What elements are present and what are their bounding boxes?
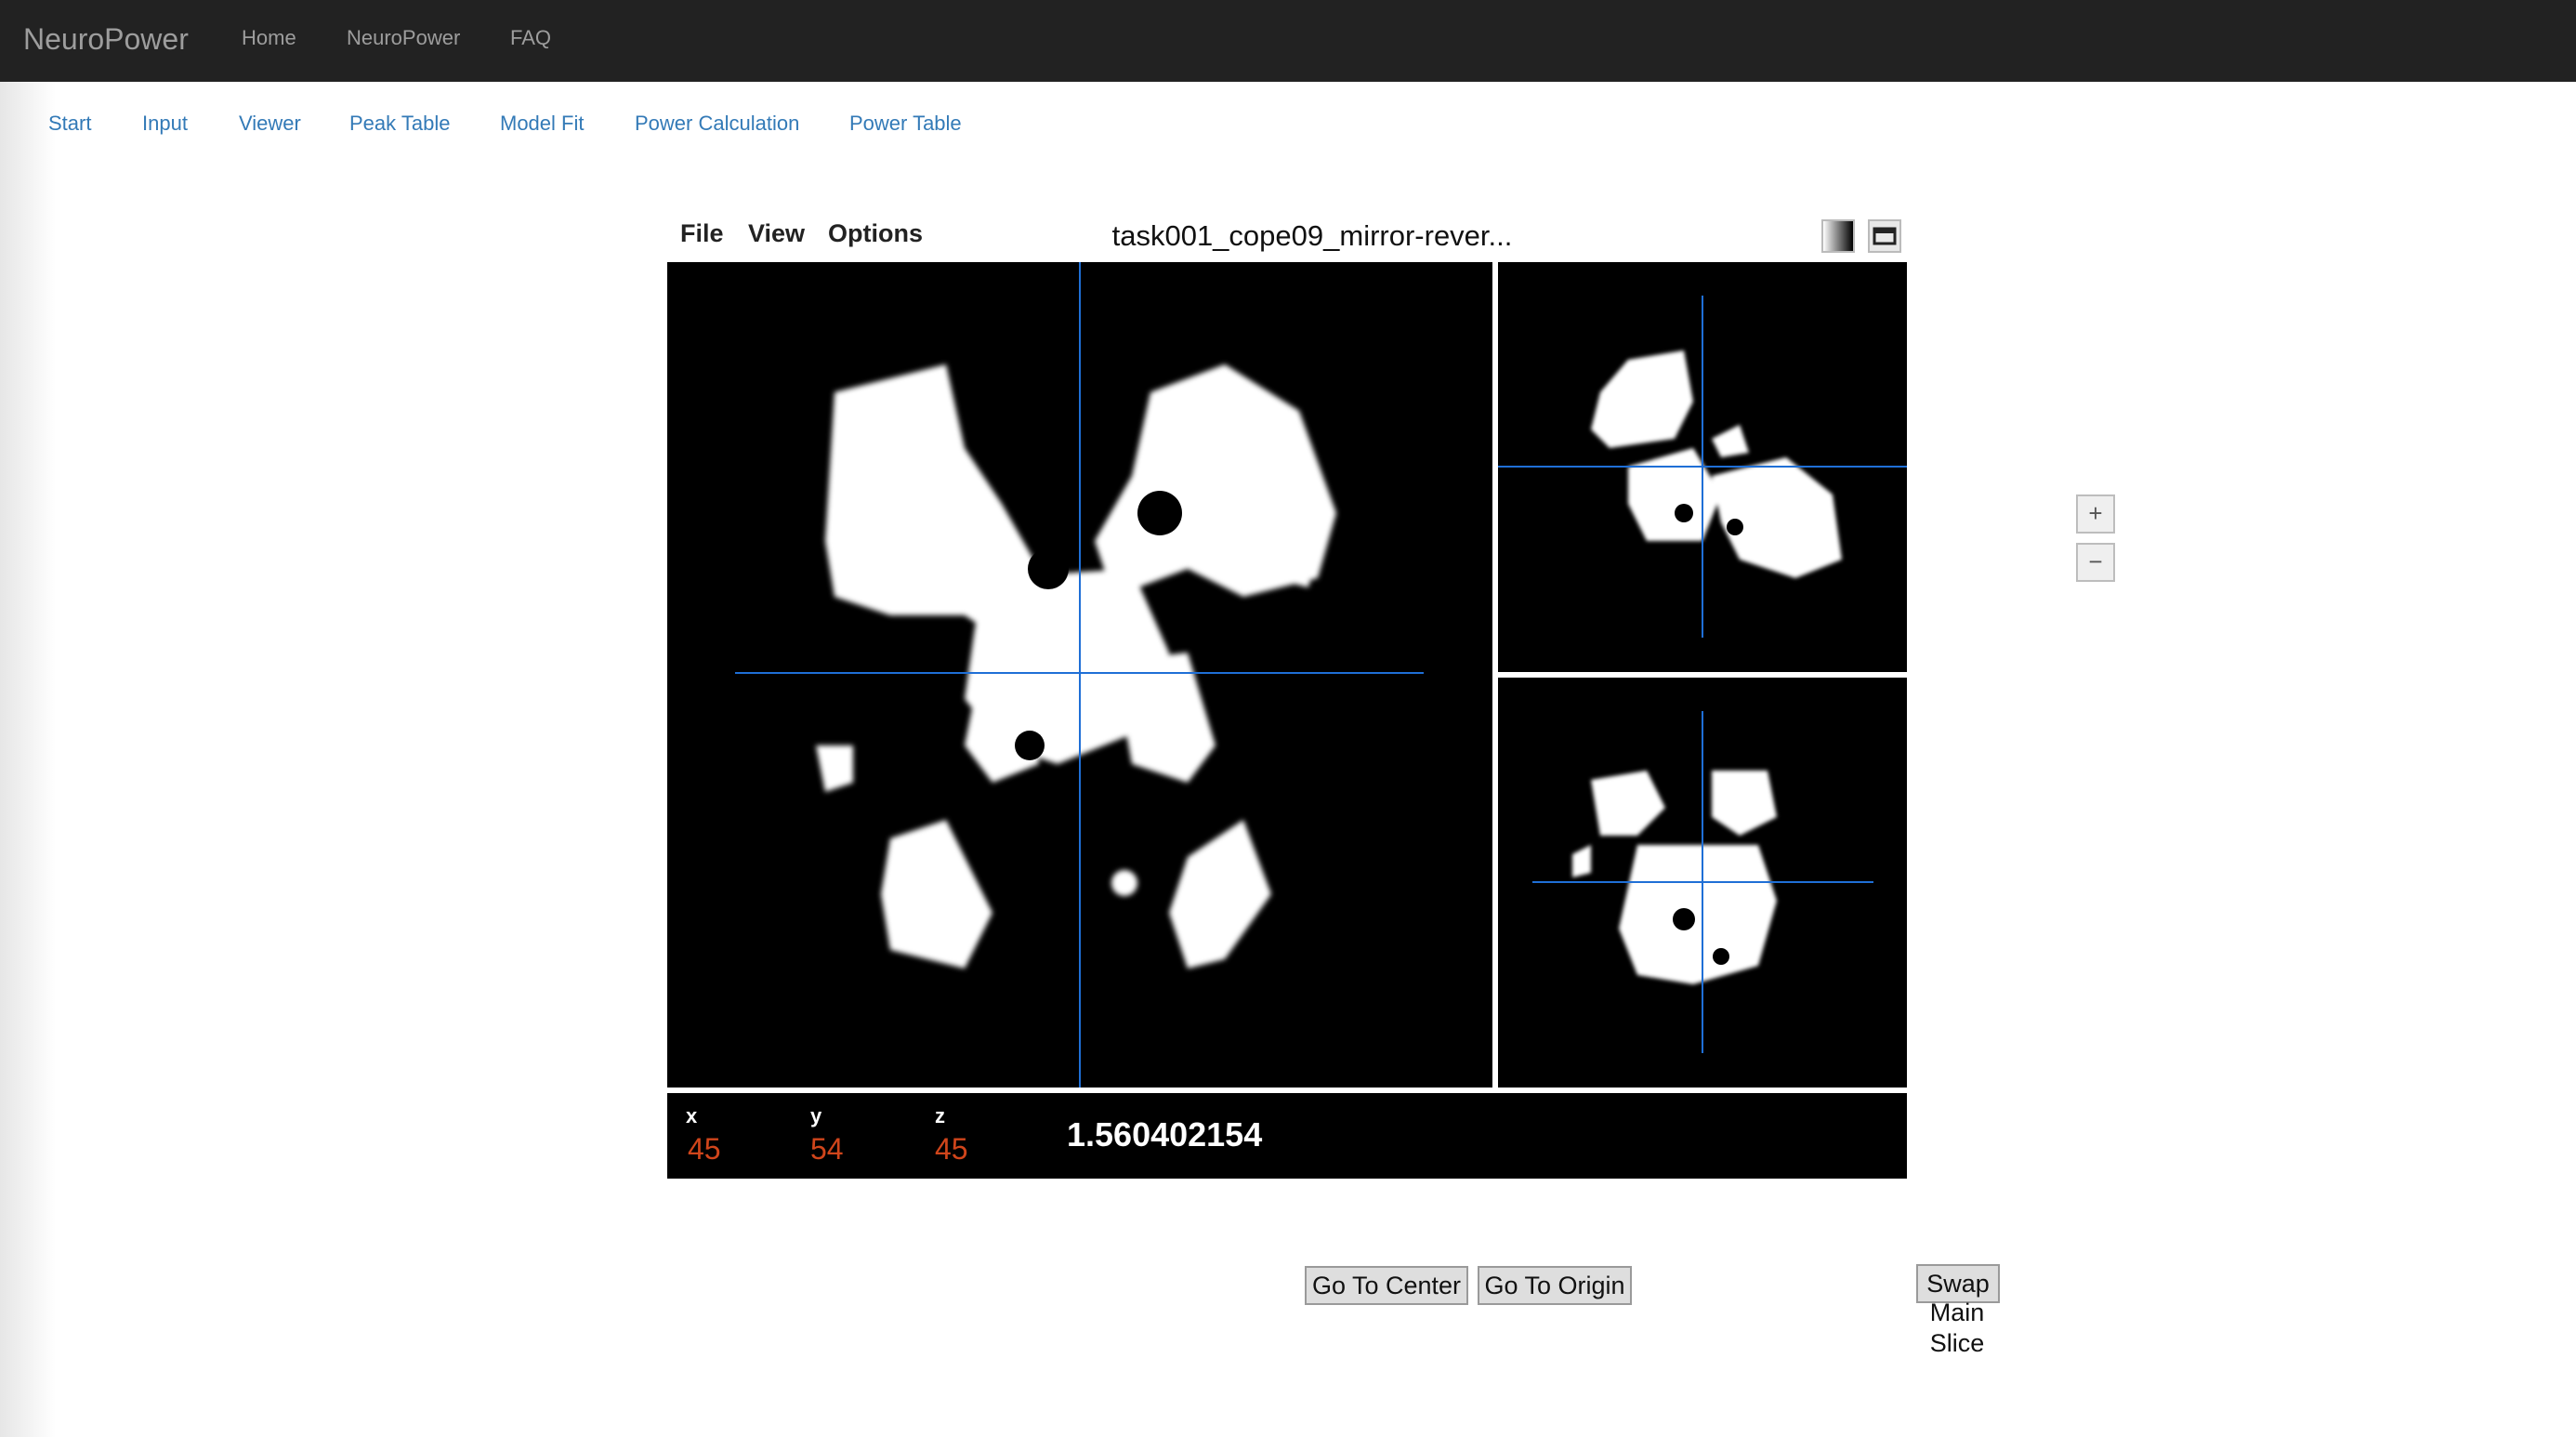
colormap-icon[interactable] — [1821, 219, 1855, 253]
go-to-center-button[interactable]: Go To Center — [1305, 1266, 1468, 1305]
menu-file[interactable]: File — [680, 219, 724, 248]
tab-start[interactable]: Start — [48, 108, 91, 139]
zoom-in-button[interactable]: + — [2076, 494, 2115, 534]
viewer-title: task001_cope09_mirror-rever... — [1111, 219, 1513, 252]
go-to-origin-button[interactable]: Go To Origin — [1478, 1266, 1632, 1305]
menu-view[interactable]: View — [748, 219, 805, 248]
nav-home[interactable]: Home — [242, 0, 296, 82]
z-value: 45 — [935, 1132, 968, 1166]
y-label: y — [810, 1104, 822, 1127]
swap-view-icon[interactable] — [1868, 219, 1901, 253]
coordinate-info-bar: x 45 y 54 z 45 1.560402154 — [667, 1093, 1907, 1179]
viewer-toolbar: File View Options task001_cope09_mirror-… — [667, 210, 1907, 260]
brand-logo[interactable]: NeuroPower — [23, 0, 189, 82]
x-value: 45 — [688, 1132, 721, 1166]
side-slice-bottom[interactable] — [1498, 678, 1907, 1088]
tab-power-table[interactable]: Power Table — [849, 108, 962, 139]
y-value: 54 — [810, 1132, 844, 1166]
nav-faq[interactable]: FAQ — [510, 0, 551, 82]
viewer-area — [667, 262, 1907, 1088]
swap-button-sublabel: Main Slice — [1929, 1299, 1985, 1357]
tab-input[interactable]: Input — [142, 108, 188, 139]
page-left-shade — [0, 82, 56, 1437]
tab-model-fit[interactable]: Model Fit — [500, 108, 584, 139]
intensity-value: 1.560402154 — [1067, 1115, 1263, 1154]
top-navbar: NeuroPower Home NeuroPower FAQ — [0, 0, 2576, 82]
z-label: z — [935, 1104, 945, 1127]
x-label: x — [686, 1104, 698, 1127]
main-slice[interactable] — [667, 262, 1492, 1088]
tab-viewer[interactable]: Viewer — [239, 108, 301, 139]
tab-power-calculation[interactable]: Power Calculation — [635, 108, 799, 139]
menu-options[interactable]: Options — [828, 219, 923, 248]
zoom-out-button[interactable]: − — [2076, 543, 2115, 582]
side-slice-top[interactable] — [1498, 262, 1907, 672]
nav-neuropower[interactable]: NeuroPower — [347, 0, 460, 82]
tab-peak-table[interactable]: Peak Table — [349, 108, 450, 139]
